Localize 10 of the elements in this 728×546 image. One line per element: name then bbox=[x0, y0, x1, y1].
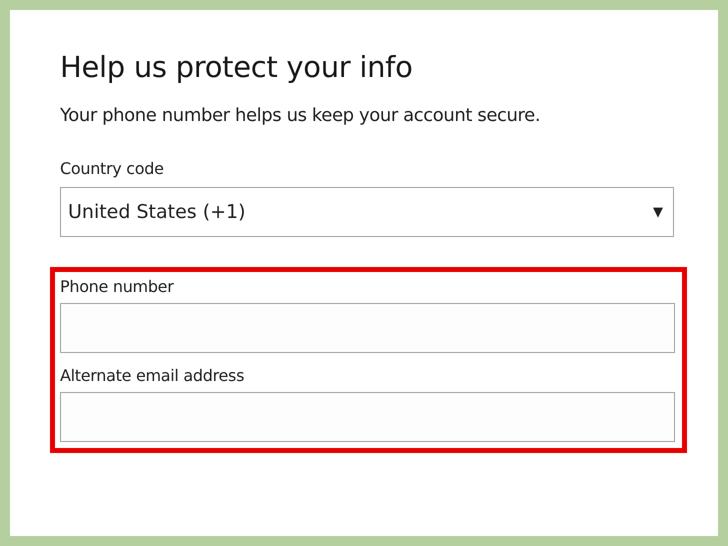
field-label: Phone number bbox=[60, 277, 175, 296]
caret-icon: ▼ bbox=[653, 204, 663, 220]
dropdown-value: United States (+1) bbox=[68, 201, 246, 223]
input-field[interactable] bbox=[60, 392, 675, 442]
field-label: Alternate email address bbox=[60, 366, 246, 385]
input-field[interactable] bbox=[60, 303, 675, 353]
description-text: Your phone number helps us keep your account secure. bbox=[60, 105, 542, 126]
country-dropdown[interactable]: United States (+1) ▼ bbox=[60, 187, 674, 237]
page-title: Help us protect your info bbox=[60, 50, 414, 84]
field-label: Country code bbox=[60, 159, 165, 178]
